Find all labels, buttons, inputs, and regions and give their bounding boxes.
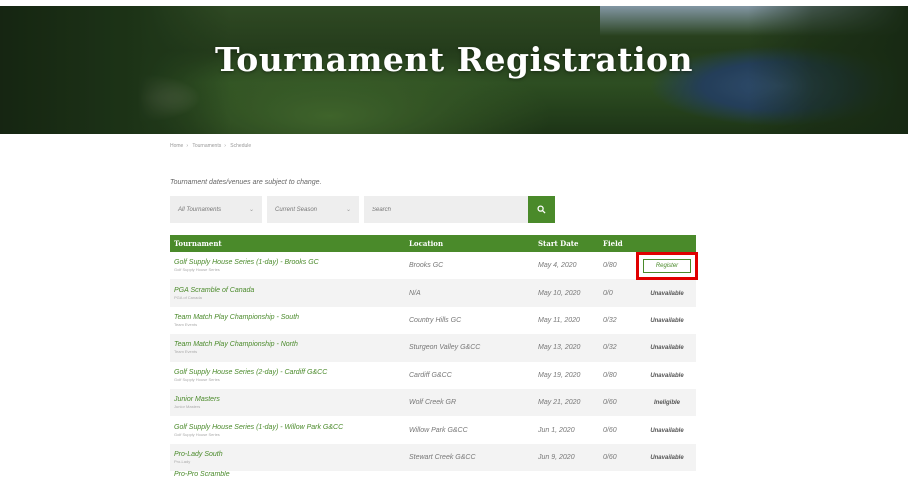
hero-banner: Tournament Registration [0,6,908,134]
field-cell: 0/60 [603,453,617,461]
tournament-series: Team Events [174,321,198,327]
tournament-series: Golf Supply House Series [174,431,220,437]
location-cell: N/A [409,289,421,297]
search-icon [537,205,546,214]
field-cell: 0/80 [603,262,617,270]
table-row: Golf Supply House Series (1-day) - Brook… [170,251,698,280]
field-cell: 0/0 [603,289,613,297]
chevron-down-icon: ⌄ [345,207,351,213]
header-tournament: Tournament [174,239,222,248]
status-label: Unavailable [650,345,684,352]
tournament-series: Pro-Lady [174,458,191,464]
location-cell: Sturgeon Valley G&CC [409,344,481,352]
table-row: Team Match Play Championship - North Team… [170,334,696,362]
table-row: Pro-Pro Scramble [170,471,696,479]
highlight-box [636,251,698,280]
status-label: Unavailable [650,372,684,379]
location-cell: Country Hills GC [409,316,462,324]
tournament-link[interactable]: Golf Supply House Series (2-day) - Cardi… [174,368,409,377]
tournament-series: Team Events [174,349,198,355]
breadcrumb: Home › Tournaments › Schedule [170,143,252,149]
start-date-cell: Jun 9, 2020 [538,453,575,461]
location-cell: Willow Park G&CC [409,426,468,434]
chevron-down-icon: ⌄ [248,207,254,213]
tournament-select[interactable]: All Tournaments ⌄ [170,196,262,223]
tournament-link[interactable]: Golf Supply House Series (1-day) - Willo… [174,423,409,432]
breadcrumb-tournaments[interactable]: Tournaments [192,143,221,149]
location-cell: Cardiff G&CC [409,371,452,379]
tournament-link[interactable]: Team Match Play Championship - North [174,340,409,349]
start-date-cell: May 10, 2020 [538,289,581,297]
tournament-link[interactable]: Pro-Pro Scramble [174,471,409,479]
tournament-series: Golf Supply House Series [174,376,220,382]
start-date-cell: May 13, 2020 [538,344,581,352]
search-input[interactable] [364,196,528,223]
table-row: Team Match Play Championship - South Team… [170,307,696,334]
table-header: Tournament Location Start Date Field [170,235,696,252]
table-row: Golf Supply House Series (1-day) - Willo… [170,416,696,443]
start-date-cell: May 19, 2020 [538,371,581,379]
start-date-cell: May 21, 2020 [538,399,581,407]
schedule-notice: Tournament dates/venues are subject to c… [170,179,322,186]
header-field: Field [603,239,623,248]
tournament-series: PGA of Canada [174,294,202,300]
status-label: Unavailable [650,290,684,297]
tournament-link[interactable]: Team Match Play Championship - South [174,313,409,322]
season-select[interactable]: Current Season ⌄ [267,196,359,223]
field-cell: 0/32 [603,344,617,352]
breadcrumb-home[interactable]: Home [170,143,183,149]
table-row: Pro-Lady South Pro-Lady Stewart Creek G&C… [170,443,696,472]
table-row: Golf Supply House Series (2-day) - Cardi… [170,362,696,389]
tournament-link[interactable]: Golf Supply House Series (1-day) - Brook… [174,258,409,267]
field-cell: 0/32 [603,316,617,324]
location-cell: Wolf Creek GR [409,399,457,407]
tournament-table: Tournament Location Start Date Field Gol… [170,235,698,479]
table-row: Junior Masters Junior Masters Wolf Creek … [170,388,696,417]
breadcrumb-schedule: Schedule [230,143,252,149]
field-cell: 0/80 [603,371,617,379]
field-cell: 0/60 [603,426,617,434]
table-body: Golf Supply House Series (1-day) - Brook… [170,251,698,479]
header-location: Location [409,239,444,248]
field-cell: 0/60 [603,399,617,407]
page-title: Tournament Registration [214,40,694,79]
status-label: Ineligible [653,400,680,407]
start-date-cell: May 4, 2020 [538,262,577,270]
tournament-link[interactable]: PGA Scramble of Canada [174,286,409,295]
status-label: Unavailable [650,454,684,461]
tournament-link[interactable]: Junior Masters [174,395,409,404]
start-date-cell: Jun 1, 2020 [538,426,575,434]
status-label: Unavailable [650,427,684,434]
tournament-link[interactable]: Pro-Lady South [174,450,409,459]
filter-bar: All Tournaments ⌄ Current Season ⌄ [170,196,555,223]
status-label: Unavailable [650,317,684,324]
tournament-select-value: All Tournaments [178,206,222,213]
search-button[interactable] [528,196,555,223]
location-cell: Brooks GC [409,262,444,270]
table-row: PGA Scramble of Canada PGA of Canada N/A … [170,279,696,307]
tournament-series: Golf Supply House Series [174,267,220,273]
location-cell: Stewart Creek G&CC [409,453,476,461]
tournament-series: Junior Masters [174,404,201,410]
header-start-date: Start Date [538,239,579,248]
season-select-value: Current Season [275,206,318,213]
start-date-cell: May 11, 2020 [538,316,580,324]
